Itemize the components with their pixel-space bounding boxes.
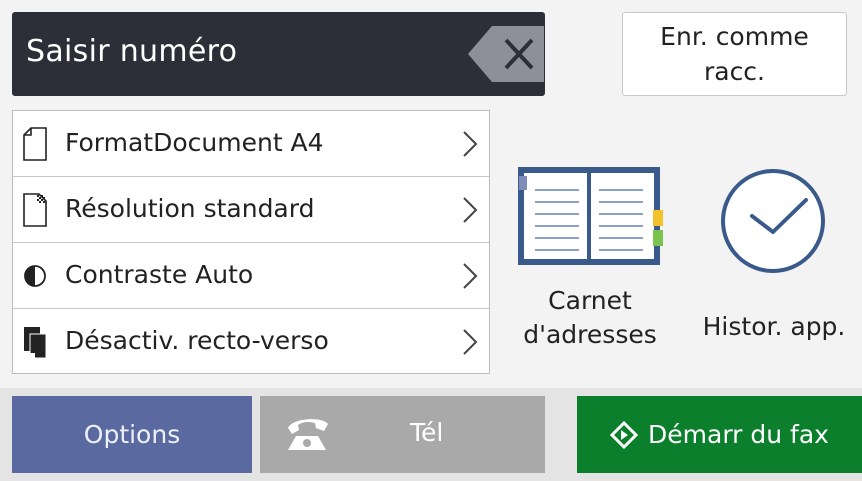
- number-entry-field[interactable]: Saisir numéro: [12, 12, 545, 96]
- resolution-page-icon: [23, 193, 47, 227]
- setting-contrast[interactable]: Contraste Auto: [13, 243, 489, 309]
- number-entry-label: Saisir numéro: [26, 34, 238, 69]
- address-book-icon: [518, 167, 663, 265]
- setting-label: Résolution standard: [65, 194, 315, 223]
- save-shortcut-label-line1: Enr. comme: [660, 22, 809, 51]
- chevron-right-icon: [463, 131, 478, 157]
- chevron-right-icon: [463, 329, 478, 355]
- bottom-action-bar: Options Tél Démarr du fax: [0, 388, 862, 481]
- duplex-icon: [24, 327, 47, 359]
- backspace-icon[interactable]: [468, 26, 544, 82]
- address-book-label-line1: Carnet: [548, 286, 632, 315]
- setting-label: Désactiv. recto-verso: [65, 326, 329, 355]
- start-fax-button[interactable]: Démarr du fax: [577, 396, 862, 473]
- start-fax-label: Démarr du fax: [648, 420, 829, 449]
- start-diamond-icon: [610, 420, 639, 449]
- phone-handset-icon: [288, 419, 328, 450]
- setting-label: FormatDocument A4: [65, 128, 324, 157]
- page-icon: [23, 127, 47, 161]
- call-history-button[interactable]: Histor. app.: [686, 160, 862, 370]
- save-shortcut-label-line2: racc.: [703, 57, 766, 86]
- options-button[interactable]: Options: [12, 396, 252, 473]
- chevron-right-icon: [463, 263, 478, 289]
- address-book-label-line2: d'adresses: [523, 320, 657, 349]
- contrast-icon: [24, 265, 46, 287]
- clock-icon: [721, 169, 825, 273]
- save-as-shortcut-button[interactable]: Enr. comme racc.: [622, 12, 847, 96]
- setting-duplex[interactable]: Désactiv. recto-verso: [13, 309, 489, 375]
- tel-button[interactable]: Tél: [260, 396, 545, 473]
- setting-resolution[interactable]: Résolution standard: [13, 177, 489, 243]
- call-history-label: Histor. app.: [702, 312, 846, 341]
- setting-document-size[interactable]: FormatDocument A4: [13, 111, 489, 177]
- options-label: Options: [83, 420, 181, 449]
- setting-label: Contraste Auto: [65, 260, 254, 289]
- fax-settings-list: FormatDocument A4 Résolution standard Co…: [12, 110, 490, 374]
- tel-label: Tél: [410, 418, 444, 447]
- fax-screen: Saisir numéro Enr. comme racc. FormatDoc…: [0, 0, 862, 481]
- chevron-right-icon: [463, 197, 478, 223]
- address-book-button[interactable]: Carnet d'adresses: [505, 160, 675, 370]
